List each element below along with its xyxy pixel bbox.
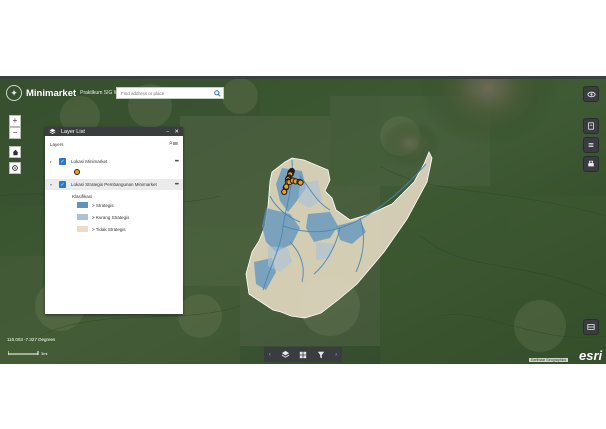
layer-list-panel: Layer List − ✕ Layers ⌕☰ ▸ ✓ Lokasi Mini… (45, 127, 183, 314)
minimarket-point[interactable] (281, 188, 288, 196)
chevron-right-icon[interactable]: ▸ (50, 159, 56, 164)
layer-name: Lokasi Minimarket (71, 159, 108, 164)
layers-section-label: Layers (50, 141, 64, 147)
compass-icon: ✦ (6, 85, 22, 101)
close-button[interactable]: ✕ (174, 129, 179, 135)
point-symbol (74, 169, 80, 175)
edit-icon (588, 122, 594, 130)
print-icon (588, 160, 594, 167)
attribution[interactable]: Earthstar Geographics (529, 358, 569, 362)
layer-item-minimarket[interactable]: ▸ ✓ Lokasi Minimarket ••• (50, 158, 179, 165)
search-icon (213, 89, 221, 97)
scale-bar: 3mi (8, 351, 48, 356)
list-button[interactable] (583, 137, 599, 153)
layer-checkbox[interactable]: ✓ (59, 158, 66, 165)
legend-title: Klasifikasi (72, 194, 93, 199)
minus-icon: − (12, 128, 18, 137)
search-input[interactable] (117, 90, 212, 96)
chevron-left-icon[interactable]: ‹ (269, 352, 271, 358)
print-button[interactable] (583, 156, 599, 172)
eye-icon (586, 91, 596, 97)
layer-list-title: Layer List (61, 128, 85, 135)
esri-logo: esri (579, 348, 603, 363)
layers-icon (49, 128, 56, 135)
coordinate-readout: 110.003 -7.327 Degrees (7, 337, 55, 342)
app-title: Minimarket (26, 87, 77, 99)
minimarket-point[interactable] (297, 179, 304, 186)
search-button[interactable] (211, 88, 223, 98)
scale-label: 3mi (41, 351, 48, 356)
more-options-icon[interactable]: ••• (175, 159, 179, 165)
basemap-button[interactable] (583, 319, 599, 335)
locate-icon (12, 165, 18, 171)
legend-label: > Kurang Strategis (92, 214, 130, 220)
grid-icon[interactable] (299, 351, 307, 359)
app-header: ✦ Minimarket Praktikum SIG WEB (6, 84, 125, 102)
more-options-icon[interactable]: ••• (175, 182, 179, 188)
chevron-right-icon[interactable]: › (335, 352, 337, 358)
layer-item-strategic[interactable]: ▾ ✓ Lokasi Strategis Pembangunan Minimar… (45, 179, 183, 190)
bottom-toolbar: ‹ › (264, 347, 342, 362)
visibility-button[interactable] (583, 86, 599, 102)
basemap-icon (587, 324, 595, 330)
edit-button[interactable] (583, 118, 599, 134)
minimize-button[interactable]: − (166, 129, 169, 135)
legend-swatch-kurang (77, 214, 88, 220)
search-box (116, 87, 224, 99)
plus-icon: + (12, 116, 18, 125)
home-icon (12, 149, 18, 155)
zoom-out-button[interactable]: − (9, 127, 21, 139)
minimarket-point[interactable] (283, 183, 290, 190)
zoom-in-button[interactable]: + (9, 115, 21, 127)
layers-icon[interactable] (281, 350, 290, 359)
home-button[interactable] (9, 146, 21, 158)
top-border (0, 76, 606, 79)
search-icon[interactable]: ⌕☰ (169, 140, 178, 148)
filter-icon[interactable] (317, 351, 325, 359)
legend-swatch-strategis (77, 202, 88, 208)
legend-label: > Tidak Strategis (92, 226, 126, 232)
layer-checkbox[interactable]: ✓ (59, 181, 66, 188)
layer-name: Lokasi Strategis Pembangunan Minimarket (71, 181, 157, 187)
coordinate-text: 110.003 -7.327 Degrees (7, 337, 56, 342)
locate-button[interactable] (9, 162, 21, 174)
chevron-down-icon[interactable]: ▾ (50, 182, 56, 187)
legend-label: > Strategis (92, 202, 114, 208)
list-icon (588, 143, 594, 147)
layer-list-header: Layer List − ✕ (45, 127, 183, 136)
legend-swatch-tidak (77, 226, 88, 232)
